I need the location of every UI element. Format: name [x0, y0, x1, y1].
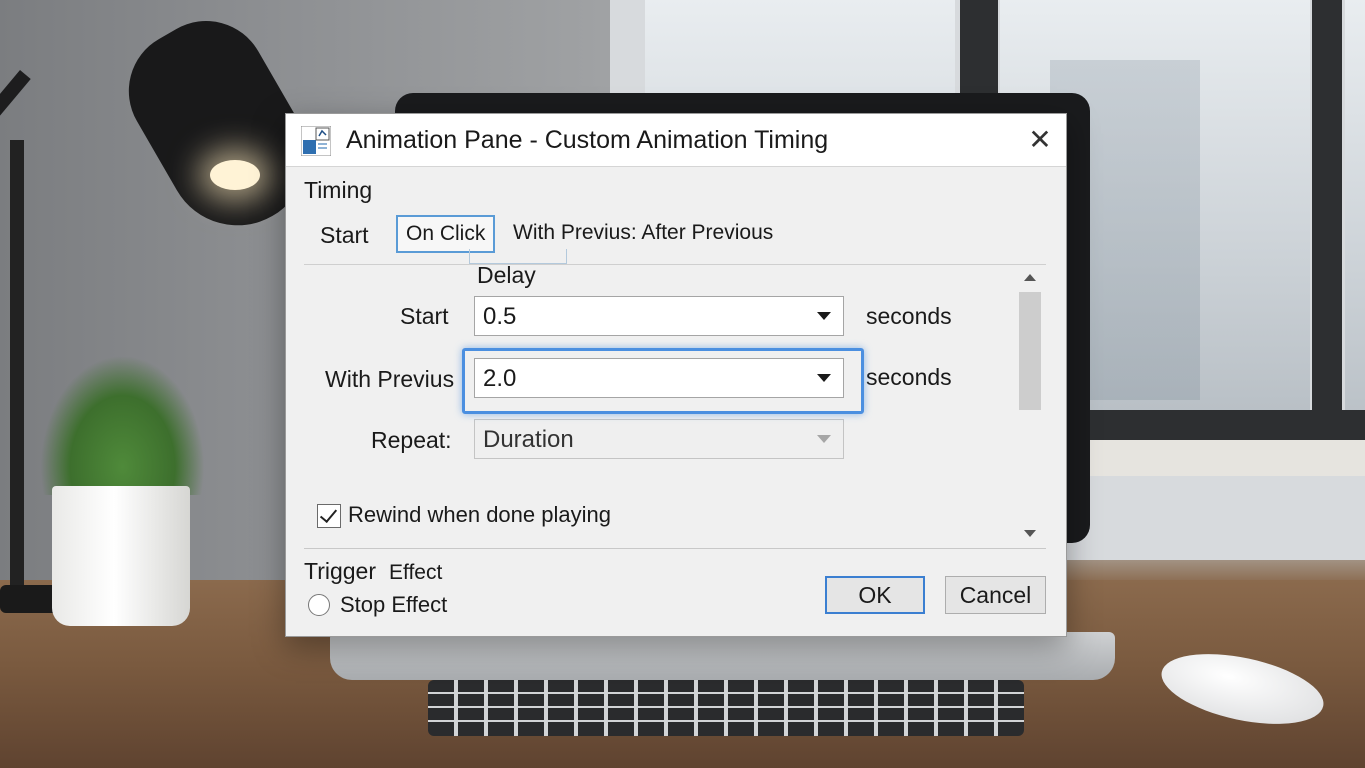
footer-divider: [304, 548, 1046, 549]
ok-button[interactable]: OK: [825, 576, 925, 614]
plant-pot: [52, 486, 190, 626]
scroll-down-icon[interactable]: [1024, 530, 1036, 537]
app-icon: [301, 126, 331, 156]
chevron-down-icon: [817, 435, 831, 443]
repeat-select[interactable]: Duration: [474, 419, 844, 459]
stop-effect-radio[interactable]: [308, 594, 330, 616]
window-pane: [1345, 0, 1365, 430]
tab-label: On Click: [406, 222, 486, 245]
lamp-bulb: [210, 160, 260, 190]
start-delay-value: 0.5: [483, 303, 517, 330]
window-mullion: [1312, 0, 1342, 470]
repeat-value: Duration: [483, 426, 574, 453]
focus-ring: [462, 348, 864, 414]
rewind-checkbox-label[interactable]: Rewind when done playing: [348, 502, 611, 528]
scroll-up-icon[interactable]: [1024, 274, 1036, 281]
chevron-down-icon: [817, 312, 831, 320]
laptop-base: [330, 632, 1115, 680]
repeat-label: Repeat:: [371, 427, 452, 453]
with-previous-delay-unit: seconds: [866, 364, 952, 390]
trigger-label: Trigger: [304, 558, 376, 584]
scrollbar-thumb[interactable]: [1019, 292, 1041, 410]
timing-section-label: Timing: [304, 177, 373, 203]
lamp-pole: [10, 140, 24, 600]
close-button[interactable]: ✕: [1024, 126, 1056, 156]
with-previous-delay-label: With Previus: [325, 366, 455, 392]
start-delay-unit: seconds: [866, 303, 952, 329]
start-delay-select[interactable]: 0.5: [474, 296, 844, 336]
stop-effect-label[interactable]: Stop Effect: [340, 592, 447, 618]
keyboard-row: [428, 706, 1024, 708]
title-bar: Animation Pane - Custom Animation Timing…: [286, 114, 1066, 167]
start-delay-label: Start: [400, 303, 449, 329]
keyboard-row: [428, 720, 1024, 722]
cancel-button[interactable]: Cancel: [945, 576, 1046, 614]
dialog-title: Animation Pane - Custom Animation Timing: [346, 126, 829, 154]
laptop-keyboard: [428, 680, 1024, 736]
window-sill: [1085, 440, 1365, 476]
trigger-effect-label: Effect: [389, 561, 443, 584]
options-scrollbar[interactable]: [1019, 272, 1041, 544]
tab-label: With Previus: After Previous: [513, 221, 774, 244]
delay-heading: Delay: [477, 262, 536, 288]
tab-with-previous[interactable]: With Previus: After Previous: [513, 221, 773, 245]
checkmark-icon: [319, 504, 338, 524]
start-trigger-label: Start: [320, 222, 369, 248]
close-icon: ✕: [1028, 124, 1052, 155]
keyboard-row: [428, 692, 1024, 694]
plant-leaves: [40, 355, 205, 495]
tab-on-click[interactable]: On Click: [396, 215, 496, 253]
rewind-checkbox[interactable]: [317, 504, 341, 528]
